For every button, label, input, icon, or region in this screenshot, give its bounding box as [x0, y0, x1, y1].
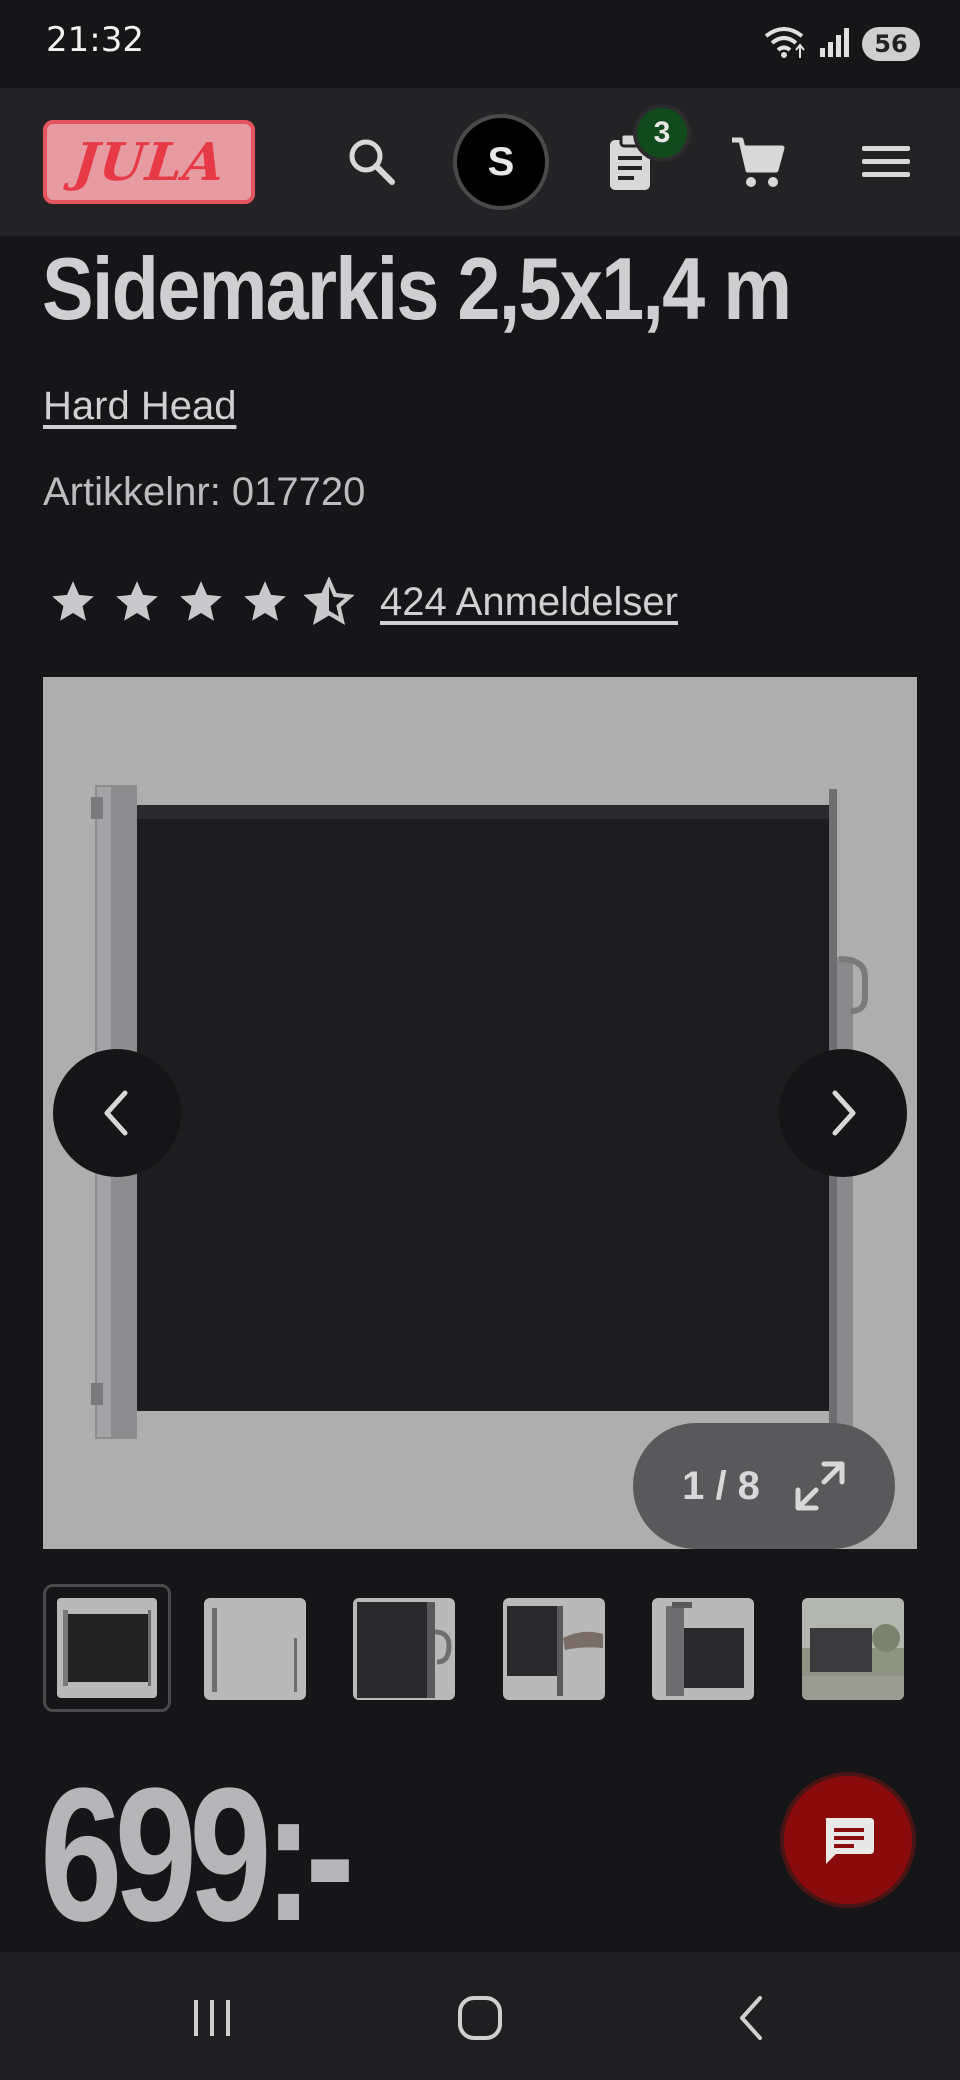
star-icon	[116, 581, 158, 621]
chevron-right-icon	[832, 1090, 856, 1136]
list-count-badge: 3	[633, 104, 691, 162]
status-bar: 21:32 56	[0, 0, 960, 88]
article-number: Artikkelnr: 017720	[43, 470, 366, 514]
thumbnail-3[interactable]	[353, 1598, 455, 1700]
thumbnail-2[interactable]	[204, 1598, 306, 1700]
site-header: JULA S 3	[0, 88, 960, 236]
battery-icon: 56	[862, 27, 920, 61]
account-avatar[interactable]: S	[453, 114, 549, 210]
thumbnail-strip	[43, 1584, 917, 1712]
thumbnail-image	[212, 1608, 297, 1692]
recent-apps-icon[interactable]	[172, 1988, 252, 2048]
product-image-gallery[interactable]: 1 / 8	[43, 677, 917, 1549]
thumbnail-image	[357, 1602, 452, 1698]
status-icons: 56	[762, 22, 920, 66]
thumbnail-image	[507, 1606, 603, 1696]
expand-icon[interactable]	[794, 1460, 846, 1512]
back-icon[interactable]	[712, 1988, 792, 2048]
next-image-button[interactable]	[779, 1049, 907, 1177]
reviews-link[interactable]: 424 Anmeldelser	[380, 580, 678, 625]
image-counter-text: 1 / 8	[682, 1463, 760, 1508]
previous-image-button[interactable]	[53, 1049, 181, 1177]
star-icon	[52, 581, 94, 621]
chat-button[interactable]	[780, 1772, 916, 1908]
thumbnail-6[interactable]	[802, 1598, 904, 1700]
brand-link[interactable]: Hard Head	[43, 384, 236, 429]
thumbnail-4[interactable]	[503, 1598, 605, 1700]
star-icon	[244, 581, 286, 621]
chat-icon	[826, 1818, 874, 1864]
product-title: Sidemarkis 2,5x1,4 m	[42, 239, 792, 338]
android-nav-bar	[0, 1952, 960, 2080]
thumbnail-5[interactable]	[652, 1598, 754, 1700]
logo-text: JULA	[70, 131, 228, 193]
search-icon[interactable]	[332, 122, 412, 202]
signal-icon	[818, 26, 850, 63]
rating-row[interactable]: 424 Anmeldelser	[48, 572, 678, 632]
hamburger-menu-icon[interactable]	[846, 122, 926, 202]
jula-logo[interactable]: JULA	[43, 120, 255, 204]
star-half-icon	[304, 577, 354, 626]
thumbnail-1[interactable]	[43, 1584, 171, 1712]
thumbnail-image	[666, 1602, 744, 1696]
product-price: 699:-	[40, 1749, 355, 1961]
thumbnail-image	[63, 1610, 151, 1686]
image-counter[interactable]: 1 / 8	[633, 1423, 895, 1549]
status-time: 21:32	[46, 20, 144, 60]
cart-icon[interactable]	[718, 122, 798, 202]
chevron-left-icon	[104, 1090, 128, 1136]
star-icon	[180, 581, 222, 621]
thumbnail-image	[802, 1598, 904, 1700]
wifi-icon	[762, 24, 806, 65]
rating-stars	[48, 577, 354, 627]
home-icon[interactable]	[440, 1988, 520, 2048]
